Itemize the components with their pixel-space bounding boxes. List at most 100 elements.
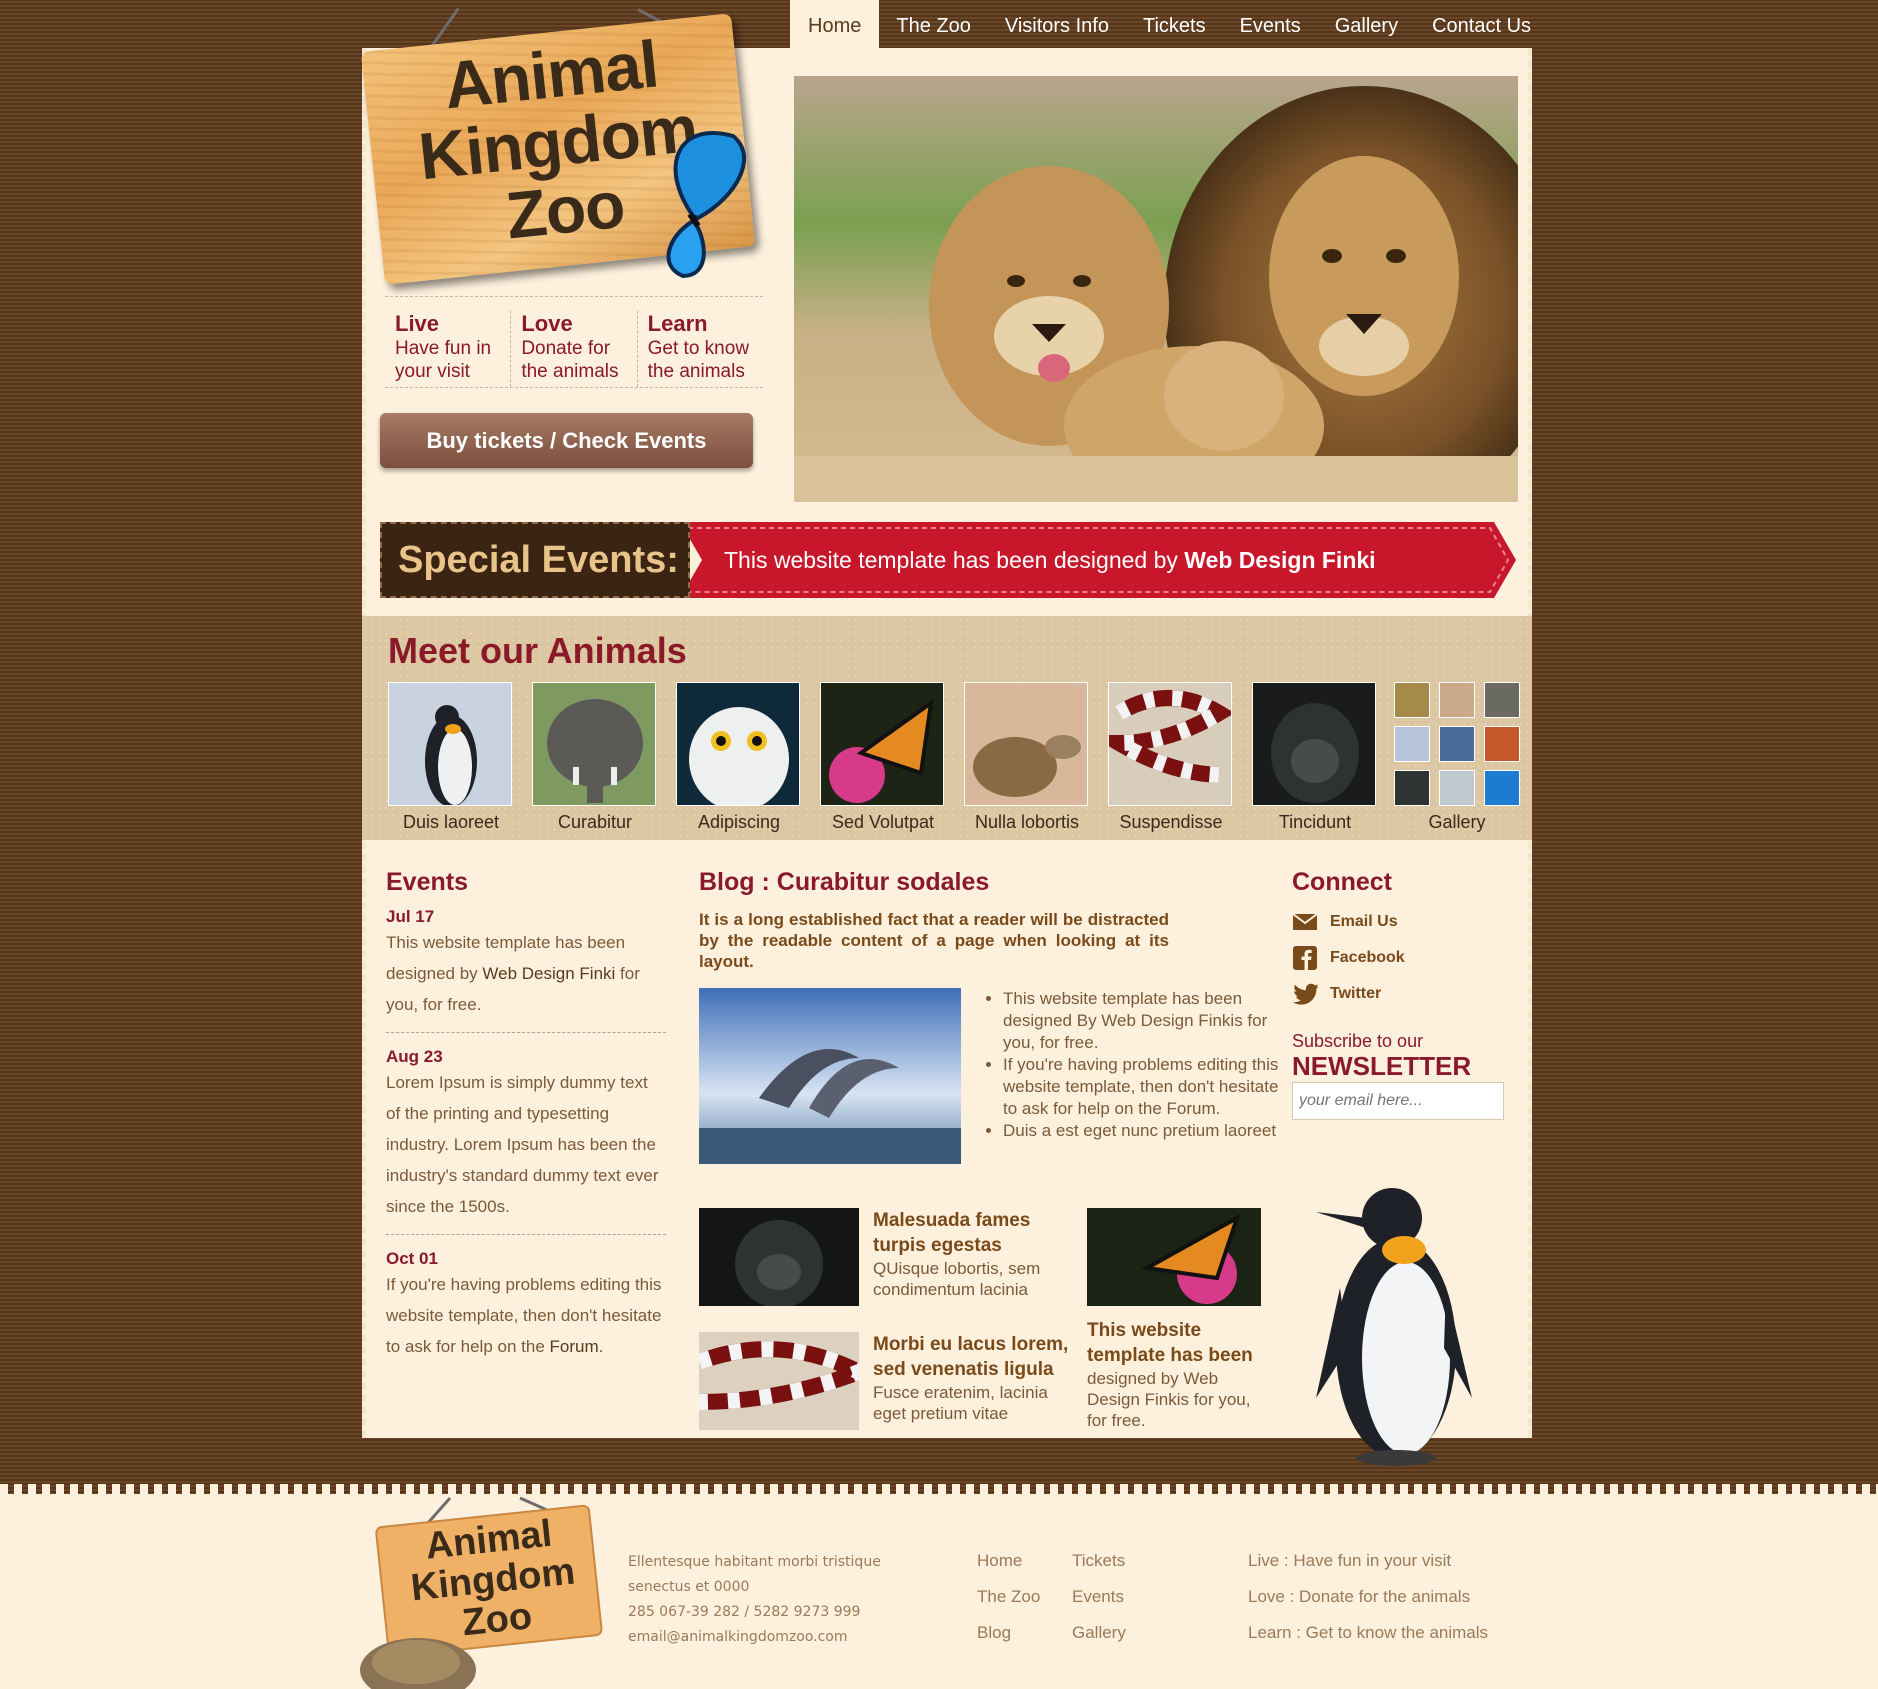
meet-animals-title: Meet our Animals — [388, 630, 687, 671]
animal-card[interactable]: Adipiscing — [676, 682, 802, 833]
tagline-love: Love Donate for the animals — [510, 311, 636, 387]
butterfly-icon — [666, 131, 746, 279]
gallery-thumb[interactable] — [1439, 682, 1475, 718]
animal-card[interactable]: Duis laoreet — [388, 682, 514, 833]
gallery-thumb[interactable] — [1484, 770, 1520, 806]
special-events-link[interactable]: Web Design Finki — [1184, 547, 1375, 573]
buy-tickets-button[interactable]: Buy tickets / Check Events — [380, 413, 753, 468]
newsletter-label: NEWSLETTER — [1292, 1051, 1472, 1081]
special-events-body: This website template has been designed … — [724, 547, 1185, 573]
gallery-thumb[interactable] — [1394, 682, 1430, 718]
blog-bullet-tail: . — [1215, 1099, 1221, 1118]
nav-tickets[interactable]: Tickets — [1126, 0, 1223, 48]
connect-title: Connect — [1292, 868, 1392, 896]
animal-card[interactable]: Curabitur — [532, 682, 658, 833]
animal-card[interactable]: Sed Volutpat — [820, 682, 946, 833]
elephant-thumbnail[interactable] — [532, 682, 656, 806]
footer-links-b: Tickets Events Gallery — [1072, 1543, 1126, 1651]
twitter-label[interactable]: Twitter — [1330, 985, 1381, 1003]
blog-bullet-link[interactable]: Web Design Finkis — [1101, 1011, 1242, 1030]
footer-link-the-zoo[interactable]: The Zoo — [977, 1579, 1040, 1615]
snake-image[interactable] — [699, 1332, 859, 1430]
tortoise-thumbnail[interactable] — [964, 682, 1088, 806]
footer-link-home[interactable]: Home — [977, 1543, 1040, 1579]
tagline-live: Live Have fun in your visit — [385, 311, 510, 387]
nav-the-zoo[interactable]: The Zoo — [879, 0, 987, 48]
butterfly-thumbnail[interactable] — [820, 682, 944, 806]
blog-card-title[interactable]: Morbi eu lacus lorem, sed venenatis ligu… — [873, 1332, 1073, 1382]
blog-title[interactable]: Blog : Curabitur sodales — [699, 868, 1261, 897]
footer-email[interactable]: email@animalkingdomzoo.com — [628, 1625, 881, 1650]
special-events-text: This website template has been designed … — [724, 522, 1376, 598]
gallery-preview[interactable]: Gallery — [1394, 682, 1520, 833]
facebook-label[interactable]: Facebook — [1330, 949, 1405, 967]
blog-bullet: This website template has been designed … — [1003, 988, 1279, 1054]
blog-card-title[interactable]: Malesuada fames turpis egestas — [873, 1208, 1073, 1258]
event-link[interactable]: Web Design Finki — [482, 964, 615, 983]
footer-tagline[interactable]: Live : Have fun in your visit — [1248, 1543, 1488, 1579]
events-column: Events Jul 17 This website template has … — [386, 868, 666, 1388]
footer-link-gallery[interactable]: Gallery — [1072, 1615, 1126, 1651]
footer-link-tickets[interactable]: Tickets — [1072, 1543, 1126, 1579]
animal-caption: Sed Volutpat — [831, 812, 935, 832]
facebook-link[interactable]: Facebook — [1292, 946, 1512, 970]
nav-gallery[interactable]: Gallery — [1318, 0, 1415, 48]
nav-visitors-info[interactable]: Visitors Info — [988, 0, 1126, 48]
event-link[interactable]: Forum — [550, 1337, 599, 1356]
tagline-text: Donate for — [521, 338, 611, 359]
animal-card[interactable]: Tincidunt — [1252, 682, 1378, 833]
event-date: Oct 01 — [386, 1249, 438, 1268]
email-us-link[interactable]: Email Us — [1292, 911, 1512, 933]
blog-bullet-link[interactable]: Forum — [1167, 1099, 1216, 1118]
footer-link-blog[interactable]: Blog — [977, 1615, 1040, 1651]
blog-bullet: Duis a est eget nunc pretium laoreet — [1003, 1120, 1279, 1142]
owl-thumbnail[interactable] — [676, 682, 800, 806]
email-us-label[interactable]: Email Us — [1330, 913, 1398, 931]
events-title: Events — [386, 868, 468, 896]
blog-card-text-body: designed by — [1087, 1369, 1184, 1388]
subscribe-label: Subscribe to our — [1292, 1031, 1424, 1051]
gallery-thumb[interactable] — [1394, 726, 1430, 762]
footer-tagline[interactable]: Love : Donate for the animals — [1248, 1579, 1488, 1615]
event-date: Aug 23 — [386, 1047, 443, 1066]
event-text: If you're having problems editing this w… — [386, 1269, 666, 1362]
blog-card-title[interactable]: This website template has been — [1087, 1318, 1267, 1368]
blog-lead: It is a long established fact that a rea… — [699, 910, 1169, 971]
gallery-thumb[interactable] — [1484, 726, 1520, 762]
twitter-link[interactable]: Twitter — [1292, 983, 1512, 1005]
blog-card-text: QUisque lobortis, sem condimentum lacini… — [873, 1259, 1041, 1299]
animal-card[interactable]: Suspendisse — [1108, 682, 1234, 833]
nav-events[interactable]: Events — [1223, 0, 1318, 48]
newsletter-email-input[interactable] — [1292, 1082, 1504, 1120]
tagline-title: Learn — [647, 311, 708, 336]
dolphin-image[interactable] — [699, 988, 961, 1164]
tagline-title: Live — [395, 311, 440, 336]
snake-thumbnail[interactable] — [1108, 682, 1232, 806]
footer-links-a: Home The Zoo Blog — [977, 1543, 1040, 1651]
footer-phone: 285 067-39 282 / 5282 9273 999 — [628, 1604, 861, 1620]
footer-tagline[interactable]: Learn : Get to know the animals — [1248, 1615, 1488, 1651]
event-text: This website template has been designed … — [386, 927, 666, 1020]
nav-home[interactable]: Home — [790, 0, 880, 48]
meet-animals-section: Meet our Animals Duis laoreet Curabitur … — [362, 616, 1532, 840]
blog-card-text: designed by Web Design Finkis for you, f… — [1087, 1368, 1267, 1431]
gallery-thumb[interactable] — [1484, 682, 1520, 718]
penguin-thumbnail[interactable] — [388, 682, 512, 806]
gallery-thumb[interactable] — [1439, 726, 1475, 762]
butterfly-image[interactable] — [1087, 1208, 1261, 1306]
nav-contact-us[interactable]: Contact Us — [1415, 0, 1548, 48]
gorilla-thumbnail[interactable] — [1252, 682, 1376, 806]
footer-link-events[interactable]: Events — [1072, 1579, 1126, 1615]
gallery-thumb[interactable] — [1394, 770, 1430, 806]
animal-caption: Suspendisse — [1119, 812, 1223, 832]
gorilla-image[interactable] — [699, 1208, 859, 1306]
tagline-learn: Learn Get to know the animals — [636, 311, 763, 387]
gallery-caption[interactable]: Gallery — [1394, 812, 1520, 833]
animal-card[interactable]: Nulla lobortis — [964, 682, 1090, 833]
site-logo[interactable]: Animal Kingdom Zoo — [360, 6, 768, 296]
gallery-thumb[interactable] — [1439, 770, 1475, 806]
event-body: If you're having problems editing this w… — [386, 1275, 662, 1356]
animal-caption: Adipiscing — [697, 812, 781, 832]
event-item: Jul 17 This website template has been de… — [386, 907, 666, 1033]
tagline-text: Get to know — [647, 338, 750, 359]
